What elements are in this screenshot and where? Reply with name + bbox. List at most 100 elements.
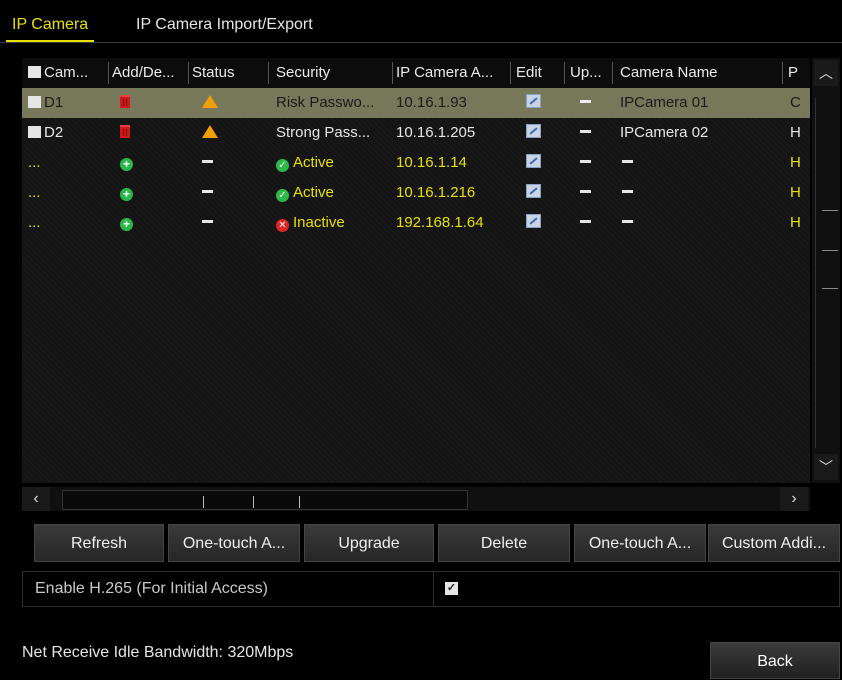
add-icon: + bbox=[120, 188, 133, 201]
camera-cell: ... bbox=[28, 154, 41, 171]
camera-name-cell bbox=[622, 148, 633, 178]
trash-icon bbox=[120, 125, 130, 138]
scroll-left-button[interactable]: ‹ bbox=[22, 487, 50, 511]
header-camera-name[interactable]: Camera Name bbox=[620, 58, 780, 88]
upgrade-cell bbox=[580, 118, 591, 148]
add-camera-button[interactable]: + bbox=[120, 208, 133, 238]
protocol-cell: C bbox=[790, 94, 801, 111]
ip-cell: 10.16.1.93 bbox=[396, 94, 467, 111]
one-touch-activate-button[interactable]: One-touch A... bbox=[168, 524, 300, 562]
table-row[interactable]: ... + ✓ Active 10.16.1.14 H bbox=[22, 148, 810, 178]
chevron-right-icon: › bbox=[791, 490, 797, 507]
tab-ip-camera[interactable]: IP Camera bbox=[5, 16, 95, 43]
scroll-right-button[interactable]: › bbox=[780, 487, 808, 511]
upgrade-cell bbox=[580, 88, 591, 118]
vertical-scrollbar[interactable]: ︿ ﹀ bbox=[812, 58, 840, 483]
custom-adding-button[interactable]: Custom Addi... bbox=[708, 524, 840, 562]
table-header: Cam... Add/De... Status Security IP Came… bbox=[22, 58, 810, 88]
bandwidth-status: Net Receive Idle Bandwidth: 320Mbps bbox=[22, 644, 294, 661]
camera-cell: ... bbox=[28, 184, 41, 201]
ip-cell: 192.168.1.64 bbox=[396, 214, 484, 231]
header-add-delete[interactable]: Add/De... bbox=[112, 58, 190, 88]
upgrade-cell bbox=[580, 208, 591, 238]
select-all-checkbox[interactable] bbox=[28, 66, 41, 78]
edit-icon bbox=[526, 214, 541, 228]
camera-cell: ... bbox=[28, 214, 41, 231]
status-cell bbox=[202, 118, 218, 148]
protocol-cell: H bbox=[790, 154, 801, 171]
delete-camera-button[interactable] bbox=[120, 118, 130, 148]
edit-camera-button[interactable] bbox=[526, 178, 541, 208]
edit-icon bbox=[526, 184, 541, 198]
h265-checkbox[interactable]: ✓ bbox=[445, 582, 458, 595]
edit-icon bbox=[526, 154, 541, 168]
camera-table: Cam... Add/De... Status Security IP Came… bbox=[22, 58, 810, 483]
protocol-cell: H bbox=[790, 214, 801, 231]
check-icon: ✓ bbox=[276, 189, 289, 202]
warning-icon bbox=[202, 125, 218, 138]
row-checkbox[interactable] bbox=[28, 126, 41, 138]
edit-icon bbox=[526, 124, 541, 138]
trash-icon bbox=[120, 95, 130, 108]
h265-setting-row: Enable H.265 (For Initial Access) ✓ bbox=[22, 571, 840, 607]
scroll-up-button[interactable]: ︿ bbox=[814, 60, 838, 86]
row-checkbox[interactable] bbox=[28, 96, 41, 108]
status-cell bbox=[202, 178, 213, 208]
camera-name-cell bbox=[622, 178, 633, 208]
tab-bar: IP Camera IP Camera Import/Export bbox=[0, 0, 842, 50]
edit-camera-button[interactable] bbox=[526, 88, 541, 118]
h265-label: Enable H.265 (For Initial Access) bbox=[35, 580, 268, 597]
edit-camera-button[interactable] bbox=[526, 118, 541, 148]
table-row[interactable]: ... + ✓ Active 10.16.1.216 H bbox=[22, 178, 810, 208]
ip-cell: 10.16.1.205 bbox=[396, 124, 476, 141]
error-icon: ✕ bbox=[276, 219, 289, 232]
warning-icon bbox=[202, 95, 218, 108]
back-button[interactable]: Back bbox=[710, 642, 840, 679]
camera-name-cell: IPCamera 01 bbox=[620, 94, 709, 111]
add-camera-button[interactable]: + bbox=[120, 178, 133, 208]
header-protocol[interactable]: P bbox=[788, 58, 804, 88]
check-icon: ✓ bbox=[276, 159, 289, 172]
delete-camera-button[interactable] bbox=[120, 88, 130, 118]
status-cell bbox=[202, 208, 213, 238]
tab-ip-camera-import-export[interactable]: IP Camera Import/Export bbox=[136, 16, 313, 34]
camera-cell: D1 bbox=[28, 88, 108, 118]
header-ip-address[interactable]: IP Camera A... bbox=[396, 58, 506, 88]
chevron-up-icon: ︿ bbox=[819, 65, 833, 81]
edit-camera-button[interactable] bbox=[526, 148, 541, 178]
camera-name-cell: IPCamera 02 bbox=[620, 124, 709, 141]
upgrade-cell bbox=[580, 178, 591, 208]
table-row[interactable]: D2 Strong Pass... 10.16.1.205 IPCamera 0… bbox=[22, 118, 810, 148]
ip-cell: 10.16.1.216 bbox=[396, 184, 476, 201]
table-row[interactable]: ... + ✕ Inactive 192.168.1.64 H bbox=[22, 208, 810, 238]
header-camera[interactable]: Cam... bbox=[28, 58, 110, 88]
security-cell: ✓ Active bbox=[276, 148, 392, 178]
upgrade-button[interactable]: Upgrade bbox=[304, 524, 434, 562]
header-upgrade[interactable]: Up... bbox=[570, 58, 610, 88]
chevron-down-icon: ﹀ bbox=[819, 459, 833, 475]
header-status[interactable]: Status bbox=[192, 58, 268, 88]
one-touch-adding-button[interactable]: One-touch A... bbox=[574, 524, 706, 562]
add-camera-button[interactable]: + bbox=[120, 148, 133, 178]
security-cell: Strong Pass... bbox=[276, 124, 371, 141]
scroll-down-button[interactable]: ﹀ bbox=[814, 454, 838, 480]
table-row[interactable]: D1 Risk Passwo... 10.16.1.93 IPCamera 01… bbox=[22, 88, 810, 118]
camera-cell: D2 bbox=[28, 118, 108, 148]
horizontal-scroll-thumb[interactable] bbox=[62, 490, 468, 510]
header-security[interactable]: Security bbox=[276, 58, 392, 88]
header-edit[interactable]: Edit bbox=[516, 58, 562, 88]
upgrade-cell bbox=[580, 148, 591, 178]
delete-button[interactable]: Delete bbox=[438, 524, 570, 562]
security-cell: Risk Passwo... bbox=[276, 94, 375, 111]
chevron-left-icon: ‹ bbox=[33, 490, 39, 507]
security-cell: ✕ Inactive bbox=[276, 208, 392, 238]
refresh-button[interactable]: Refresh bbox=[34, 524, 164, 562]
status-cell bbox=[202, 88, 218, 118]
scroll-thumb[interactable] bbox=[815, 98, 838, 448]
horizontal-scrollbar[interactable]: ‹ › bbox=[22, 487, 810, 511]
status-cell bbox=[202, 148, 213, 178]
ip-cell: 10.16.1.14 bbox=[396, 154, 467, 171]
edit-icon bbox=[526, 94, 541, 108]
protocol-cell: H bbox=[790, 184, 801, 201]
edit-camera-button[interactable] bbox=[526, 208, 541, 238]
